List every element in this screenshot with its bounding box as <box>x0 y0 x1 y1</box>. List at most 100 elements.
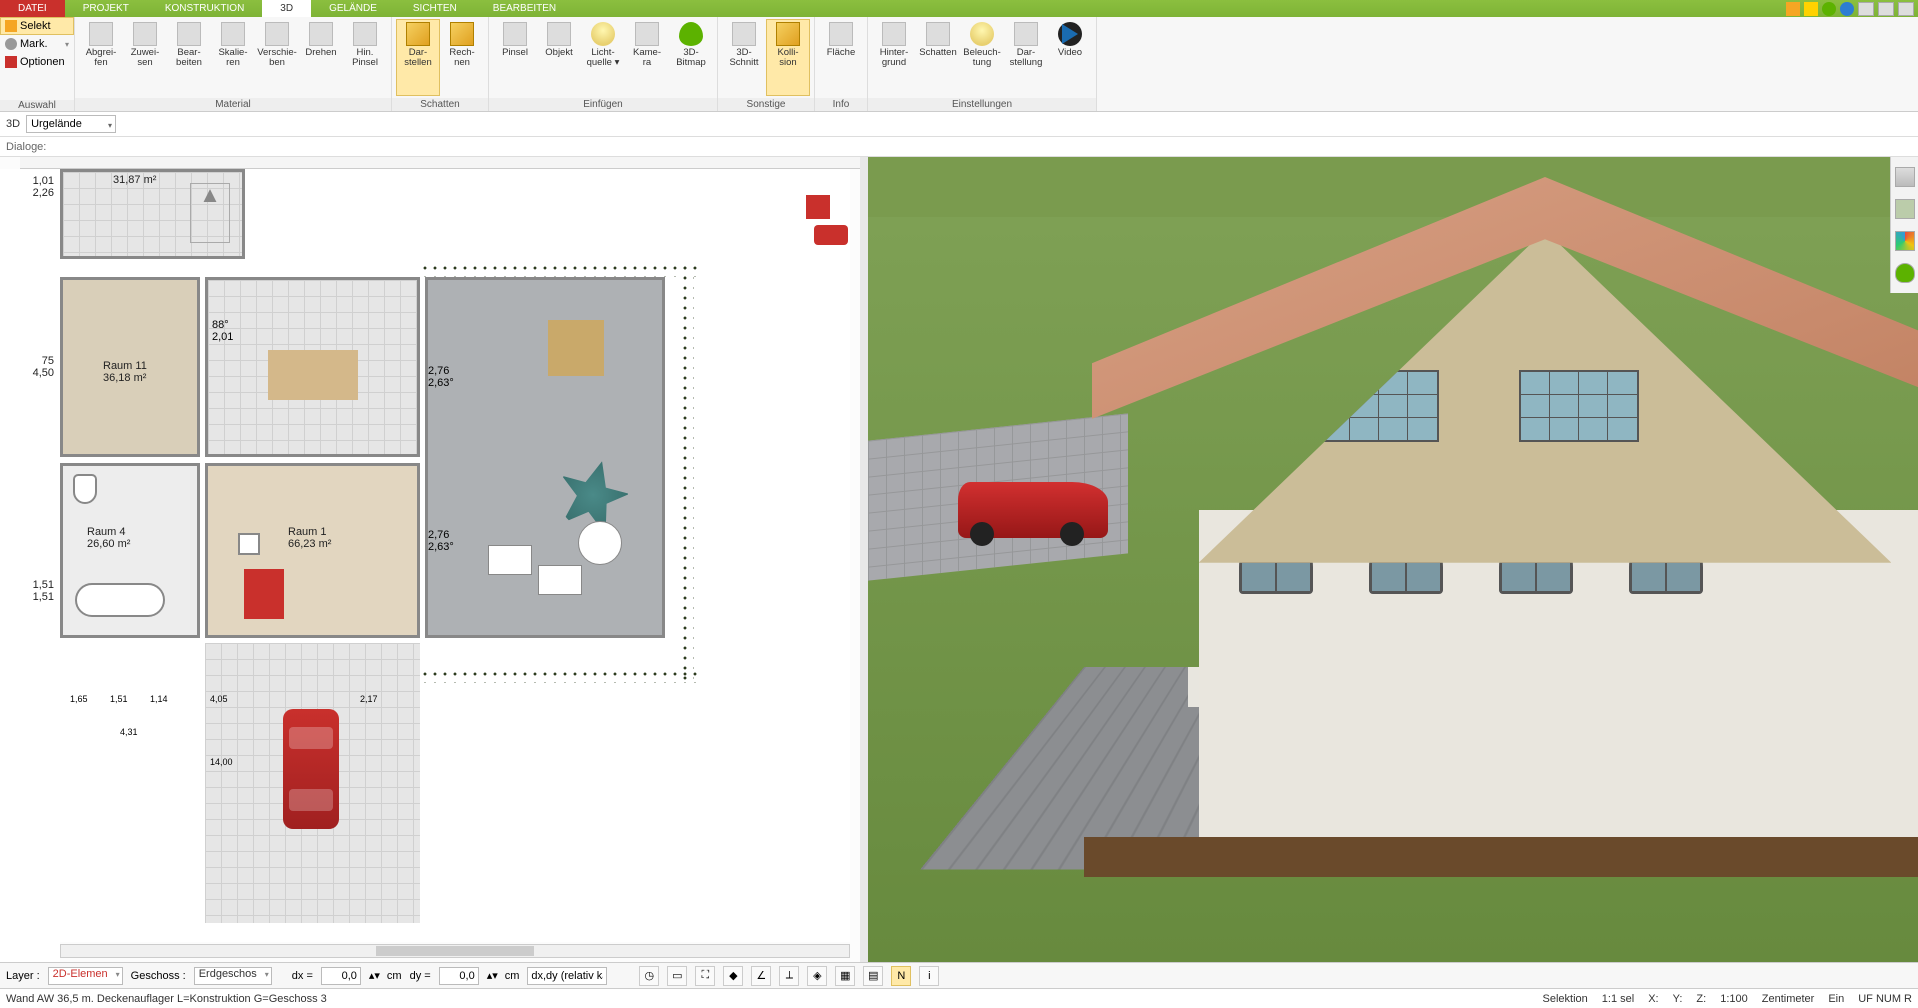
tool-lichtquelle[interactable]: Licht-quelle ▾ <box>581 19 625 96</box>
tool-beleuchtung[interactable]: Beleuch-tung <box>960 19 1004 96</box>
menu-sichten[interactable]: SICHTEN <box>395 0 475 17</box>
menu-3d[interactable]: 3D <box>262 0 311 17</box>
pencil-icon[interactable] <box>1786 2 1800 16</box>
terrace[interactable] <box>425 277 665 638</box>
tool-label: Abgrei-fen <box>86 48 117 69</box>
tool-3dbitmap[interactable]: 3D-Bitmap <box>669 19 713 96</box>
rel-field[interactable] <box>527 967 607 985</box>
mark-button[interactable]: Mark.▾ <box>0 35 74 53</box>
tool-flaeche[interactable]: Fläche <box>819 19 863 96</box>
view3d-viewport[interactable] <box>868 157 1918 962</box>
tool-abgreifen[interactable]: Abgrei-fen <box>79 19 123 96</box>
room-3[interactable]: Raum 345,42 m² <box>205 277 420 457</box>
ortho-icon[interactable]: ◈ <box>807 966 827 986</box>
grid-icon[interactable]: ▦ <box>835 966 855 986</box>
tool-hinpinsel[interactable]: Hin.Pinsel <box>343 19 387 96</box>
north-arrow-icon: ▲ <box>190 183 230 243</box>
dy-label: dy = <box>410 970 431 982</box>
tool-3dschnitt[interactable]: 3D-Schnitt <box>722 19 766 96</box>
angle-icon[interactable]: ∠ <box>751 966 771 986</box>
tool-label: Kame-ra <box>633 48 661 69</box>
dim-label: 14,00 <box>210 757 233 767</box>
dim: 1,01 <box>33 175 54 187</box>
menu-konstruktion[interactable]: KONSTRUKTION <box>147 0 262 17</box>
pane-splitter[interactable] <box>860 157 868 962</box>
tool-kollision[interactable]: Kolli-sion <box>766 19 810 96</box>
cube-shadow-icon <box>406 22 430 46</box>
section-icon <box>732 22 756 46</box>
tool-schatten-set[interactable]: Schatten <box>916 19 960 96</box>
mark-icon <box>5 38 17 50</box>
tool-kamera[interactable]: Kame-ra <box>625 19 669 96</box>
scrollbar-horizontal[interactable] <box>60 944 850 958</box>
tool-label: Dar-stellung <box>1010 48 1043 69</box>
options-button[interactable]: Optionen <box>0 53 74 71</box>
dx-stepper[interactable]: ▴▾ <box>369 969 379 982</box>
group-icon[interactable]: ⛶ <box>695 966 715 986</box>
bathtub <box>75 583 165 617</box>
n-button[interactable]: N <box>891 966 911 986</box>
square-icon[interactable] <box>1804 2 1818 16</box>
tool-video[interactable]: Video <box>1048 19 1092 96</box>
window-minimize-icon[interactable] <box>1858 2 1874 16</box>
refresh-icon[interactable] <box>1822 2 1836 16</box>
window-close-icon[interactable] <box>1898 2 1914 16</box>
menu-gelaende[interactable]: GELÄNDE <box>311 0 395 17</box>
palette-icon[interactable] <box>1895 231 1915 251</box>
dy-input[interactable] <box>439 967 479 985</box>
tool-hintergrund[interactable]: Hinter-grund <box>872 19 916 96</box>
room-name: Raum 11 <box>103 360 147 372</box>
house-3d[interactable] <box>1112 177 1918 842</box>
scroll-thumb[interactable] <box>376 946 534 956</box>
tool-objekt[interactable]: Objekt <box>537 19 581 96</box>
snap-icon[interactable]: ◆ <box>723 966 743 986</box>
help-icon[interactable] <box>1840 2 1854 16</box>
menubar: DATEI PROJEKT KONSTRUKTION 3D GELÄNDE SI… <box>0 0 1918 17</box>
tool-label: 3D-Schnitt <box>729 48 758 69</box>
menu-bearbeiten[interactable]: BEARBEITEN <box>475 0 574 17</box>
dx-input[interactable] <box>321 967 361 985</box>
layers-icon[interactable] <box>1895 167 1915 187</box>
screen-icon[interactable]: ▭ <box>667 966 687 986</box>
tool-darstellung[interactable]: Dar-stellung <box>1004 19 1048 96</box>
tool-label: Dar-stellen <box>404 48 431 69</box>
room-area: 31,87 m² <box>113 174 156 186</box>
tool-pinsel[interactable]: Pinsel <box>493 19 537 96</box>
dim-icon[interactable]: ⟂ <box>779 966 799 986</box>
hatch-icon[interactable]: ▤ <box>863 966 883 986</box>
dy-stepper[interactable]: ▴▾ <box>487 969 497 982</box>
room-11[interactable]: Raum 1136,18 m² <box>60 277 200 457</box>
status-y: Y: <box>1673 993 1683 1005</box>
info-button[interactable]: i <box>919 966 939 986</box>
tool-rechnen[interactable]: Rech-nen <box>440 19 484 96</box>
clock-icon[interactable]: ◷ <box>639 966 659 986</box>
materials-icon[interactable] <box>1895 199 1915 219</box>
tool-darstellen[interactable]: Dar-stellen <box>396 19 440 96</box>
menu-file[interactable]: DATEI <box>0 0 65 17</box>
tool-drehen[interactable]: Drehen <box>299 19 343 96</box>
window-maximize-icon[interactable] <box>1878 2 1894 16</box>
tool-verschieben[interactable]: Verschie-ben <box>255 19 299 96</box>
tool-bearbeiten[interactable]: Bear-beiten <box>167 19 211 96</box>
floorplan-viewport[interactable]: 1,012,26 754,50 1,511,51 31,87 m² Raum 1… <box>0 157 860 962</box>
tool-skalieren[interactable]: Skalie-ren <box>211 19 255 96</box>
status-text: Wand AW 36,5 m. Deckenauflager L=Konstru… <box>6 993 327 1005</box>
plant-icon[interactable] <box>1895 263 1915 283</box>
menu-projekt[interactable]: PROJEKT <box>65 0 147 17</box>
dim-label: 1,65 <box>70 694 88 704</box>
room-1[interactable]: Raum 166,23 m² <box>205 463 420 638</box>
layer-select[interactable]: 2D-Elemen <box>48 967 123 985</box>
car-3d[interactable] <box>958 482 1108 538</box>
outdoor-chair-2d <box>538 565 582 595</box>
floorplan-canvas[interactable]: 31,87 m² Raum 1136,18 m² Raum 345,42 m² … <box>60 169 850 942</box>
room-name: Raum 4 <box>87 526 126 538</box>
floor-select[interactable]: Erdgeschos <box>194 967 272 985</box>
dim: 1,51 <box>33 579 54 591</box>
car-top-view[interactable] <box>283 709 339 829</box>
select-button[interactable]: Selekt <box>0 17 74 35</box>
dim-label: 2,762,63° <box>428 529 454 553</box>
terrain-dropdown[interactable]: Urgelände <box>26 115 116 133</box>
room-4[interactable]: Raum 426,60 m² <box>60 463 200 638</box>
tool-zuweisen[interactable]: Zuwei-sen <box>123 19 167 96</box>
play-icon <box>1058 22 1082 46</box>
